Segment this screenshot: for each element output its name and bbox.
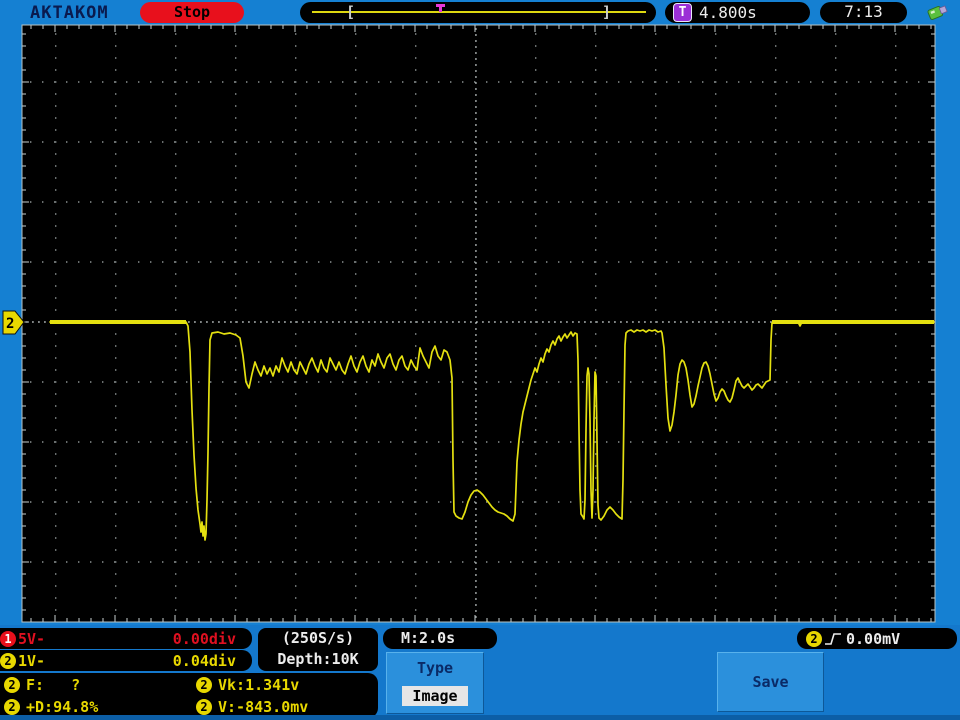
measurement-badge: 2 bbox=[4, 699, 20, 715]
channel1-scale: 5V- bbox=[18, 629, 46, 648]
channel1-badge: 1 bbox=[0, 630, 16, 647]
channel2-position: 0.04div bbox=[172, 651, 236, 670]
channel1-readout: 1 5V- 0.00div bbox=[0, 628, 252, 649]
type-menu-title: Type bbox=[416, 659, 454, 677]
oscilloscope-screen: AKTAKOM Stop [ ] T 4.800s 7:13 2 1 5V- 0… bbox=[0, 0, 960, 720]
channel2-scale: 1V- bbox=[18, 651, 46, 670]
measurement-text: F: ? bbox=[26, 676, 81, 694]
waveform-display: 2 bbox=[2, 24, 936, 623]
timebase-readout: M:2.0s bbox=[383, 628, 497, 649]
measurement-badge: 2 bbox=[196, 699, 212, 715]
measurement-badge: 2 bbox=[196, 677, 212, 693]
measurement-text: +D:94.8% bbox=[26, 698, 99, 716]
type-menu-selected-option[interactable]: Image bbox=[402, 686, 468, 706]
channel2-badge: 2 bbox=[0, 652, 16, 669]
measurements-panel: 2 F: ? 2 Vk:1.341v 2 +D:94.8% 2 V:-843.0… bbox=[0, 673, 378, 718]
trigger-level-readout: 2 0.00mV bbox=[797, 628, 957, 649]
sample-rate: (250S/s) bbox=[281, 629, 355, 647]
memory-depth: Depth:10K bbox=[277, 650, 359, 668]
bottom-panel: 1 5V- 0.00div 2 1V- 0.04div (250S/s) Dep… bbox=[0, 625, 960, 720]
channel2-readout: 2 1V- 0.04div bbox=[0, 650, 252, 671]
trigger-level-value: 0.00mV bbox=[846, 629, 901, 648]
rising-edge-icon bbox=[825, 632, 841, 645]
measurement-text: Vk:1.341v bbox=[218, 676, 300, 694]
measurement-vk: 2 Vk:1.341v bbox=[192, 674, 378, 696]
trigger-source-badge: 2 bbox=[806, 630, 822, 647]
measurement-badge: 2 bbox=[4, 677, 20, 693]
measurement-frequency: 2 F: ? bbox=[0, 674, 192, 696]
acquisition-readout: (250S/s) Depth:10K bbox=[258, 628, 378, 671]
channel2-marker-label: 2 bbox=[6, 316, 14, 332]
measurement-text: V:-843.0mv bbox=[218, 698, 309, 716]
channel1-position: 0.00div bbox=[172, 629, 236, 648]
type-menu[interactable]: Type Image bbox=[386, 652, 484, 714]
save-button[interactable]: Save bbox=[717, 652, 824, 712]
bottom-edge-strip bbox=[0, 715, 960, 720]
